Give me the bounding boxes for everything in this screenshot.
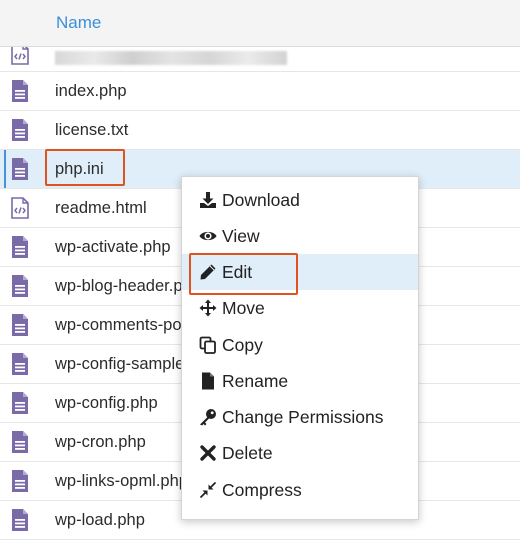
document-icon [12, 392, 28, 414]
file-name[interactable]: wp-config.php [55, 394, 158, 413]
document-icon [12, 353, 28, 375]
file-name[interactable]: readme.html [55, 199, 147, 218]
menu-item-label: Rename [222, 370, 289, 391]
table-row[interactable] [0, 47, 520, 72]
document-icon [12, 275, 28, 297]
file-icon [202, 372, 214, 390]
key-icon [200, 409, 216, 426]
document-icon [12, 314, 28, 336]
file-name[interactable]: wp-activate.php [55, 238, 171, 257]
menu-item-label: Delete [222, 442, 273, 463]
document-icon [12, 431, 28, 453]
file-name[interactable]: wp-cron.php [55, 433, 146, 452]
menu-item-download[interactable]: Download [182, 182, 418, 218]
document-icon [12, 158, 28, 180]
table-row[interactable]: license.txt [0, 111, 520, 150]
html-file-icon [11, 47, 29, 65]
table-header: Name [0, 0, 520, 47]
menu-item-view[interactable]: View [182, 218, 418, 254]
html-file-icon [11, 197, 29, 219]
context-menu: Download View Edit Move Copy Rename Chan… [181, 176, 419, 520]
menu-item-compress[interactable]: Compress [182, 472, 418, 508]
menu-item-delete[interactable]: Delete [182, 435, 418, 471]
file-name[interactable]: wp-load.php [55, 511, 145, 530]
menu-item-label: Copy [222, 334, 263, 355]
menu-item-label: Compress [222, 479, 302, 500]
document-icon [12, 470, 28, 492]
x-icon [200, 445, 216, 461]
file-name[interactable]: index.php [55, 82, 127, 101]
annotation-box-edit [189, 253, 298, 295]
redacted-file-name [55, 51, 287, 65]
name-column-header[interactable]: Name [56, 13, 101, 33]
menu-item-change-permissions[interactable]: Change Permissions [182, 399, 418, 435]
eye-icon [199, 231, 217, 241]
document-icon [12, 119, 28, 141]
table-row[interactable]: index.php [0, 72, 520, 111]
file-name[interactable]: wp-blog-header.php [55, 277, 201, 296]
menu-item-label: Move [222, 297, 265, 318]
file-name[interactable]: wp-links-opml.php [55, 472, 188, 491]
download-icon [200, 192, 216, 208]
compress-icon [199, 481, 217, 499]
menu-item-move[interactable]: Move [182, 290, 418, 326]
annotation-box-php-ini [45, 149, 125, 186]
menu-item-copy[interactable]: Copy [182, 327, 418, 363]
menu-item-rename[interactable]: Rename [182, 363, 418, 399]
menu-item-label: Download [222, 189, 300, 210]
file-name[interactable]: license.txt [55, 121, 128, 140]
document-icon [12, 80, 28, 102]
menu-item-label: Change Permissions [222, 406, 384, 427]
menu-item-label: View [222, 225, 260, 246]
copy-icon [199, 336, 216, 354]
document-icon [12, 236, 28, 258]
move-arrows-icon [199, 299, 217, 317]
document-icon [12, 509, 28, 531]
